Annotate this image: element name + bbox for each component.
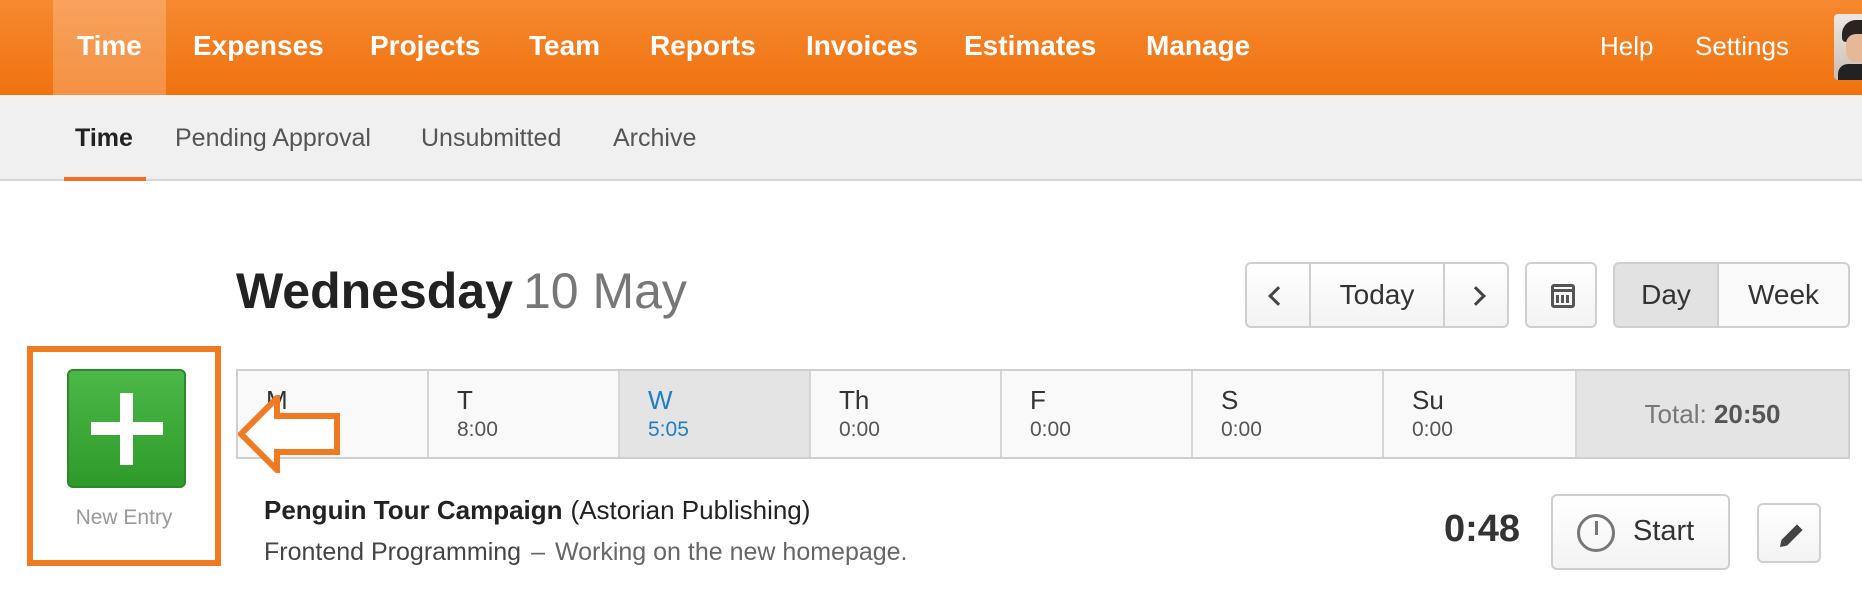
client-name: (Astorian Publishing) [570,495,811,525]
task-separator: – [531,538,545,566]
task-name: Frontend Programming [264,538,522,566]
week-day-label: F [1030,385,1046,415]
week-day-hours: 0:00 [1221,418,1262,441]
week-day-tuesday[interactable]: T 8:00 [429,371,620,457]
active-tab-indicator [64,177,146,181]
week-total-value: 20:50 [1713,399,1781,429]
week-view-button[interactable]: Week [1717,262,1850,328]
day-of-week: Wednesday [236,263,513,319]
tab-archive[interactable]: Archive [613,95,696,181]
tab-unsubmitted[interactable]: Unsubmitted [421,95,561,181]
week-day-wednesday[interactable]: W 5:05 [620,371,811,457]
clock-icon [1577,514,1615,552]
nav-settings[interactable]: Settings [1695,0,1789,95]
calendar-button[interactable] [1525,262,1597,328]
new-entry-label: New Entry [75,506,173,529]
week-day-hours: 8:00 [457,418,498,441]
nav-expenses[interactable]: Expenses [193,0,324,95]
entry-task: Frontend Programming – Working on the new … [264,538,908,567]
week-day-hours: 0:00 [1412,418,1453,441]
nav-help[interactable]: Help [1600,0,1653,95]
week-day-label: S [1221,385,1239,415]
week-day-hours: 0:00 [839,418,880,441]
sub-navigation: Time Pending Approval Unsubmitted Archiv… [0,95,1862,181]
nav-manage[interactable]: Manage [1146,0,1250,95]
chevron-right-icon [1466,286,1486,306]
week-day-label: Th [839,385,870,415]
tab-time[interactable]: Time [75,95,133,181]
nav-time[interactable]: Time [53,0,166,95]
calendar-icon [1551,284,1575,308]
next-day-button[interactable] [1443,262,1509,328]
previous-day-button[interactable] [1245,262,1311,328]
top-navigation: Time Expenses Projects Team Reports Invo… [0,0,1862,95]
start-timer-button[interactable]: Start [1551,494,1730,570]
project-name: Penguin Tour Campaign [264,495,563,525]
week-day-label: W [648,385,673,415]
entry-notes: Working on the new homepage. [554,538,908,566]
page-title: Wednesday 10 May [236,262,687,320]
nav-invoices[interactable]: Invoices [806,0,918,95]
new-entry-button[interactable] [67,369,186,488]
user-avatar[interactable] [1834,14,1862,80]
nav-estimates[interactable]: Estimates [964,0,1096,95]
start-label: Start [1633,515,1695,547]
week-day-label: T [457,385,473,415]
week-strip: M T 8:00 W 5:05 Th 0:00 F 0:00 S 0:00 Su… [236,369,1850,459]
entry-project: Penguin Tour Campaign (Astorian Publishin… [264,495,810,526]
pencil-icon [1781,524,1803,546]
nav-projects[interactable]: Projects [370,0,481,95]
nav-reports[interactable]: Reports [650,0,756,95]
week-day-hours: 0:00 [1030,418,1071,441]
week-day-thursday[interactable]: Th 0:00 [811,371,1002,457]
edit-entry-button[interactable] [1757,503,1821,563]
week-day-hours: 5:05 [648,418,689,441]
day-view-button[interactable]: Day [1613,262,1719,328]
today-button[interactable]: Today [1309,262,1445,328]
date-label: 10 May [522,263,687,319]
week-day-saturday[interactable]: S 0:00 [1193,371,1384,457]
nav-team[interactable]: Team [529,0,600,95]
arrow-left-icon [238,395,340,473]
week-day-friday[interactable]: F 0:00 [1002,371,1193,457]
week-total-label: Total: [1644,399,1707,429]
entry-duration: 0:48 [1444,508,1521,550]
week-day-sunday[interactable]: Su 0:00 [1384,371,1577,457]
week-day-label: Su [1412,385,1444,415]
week-total: Total: 20:50 [1577,371,1848,457]
tab-pending-approval[interactable]: Pending Approval [175,95,371,181]
chevron-left-icon [1268,286,1288,306]
